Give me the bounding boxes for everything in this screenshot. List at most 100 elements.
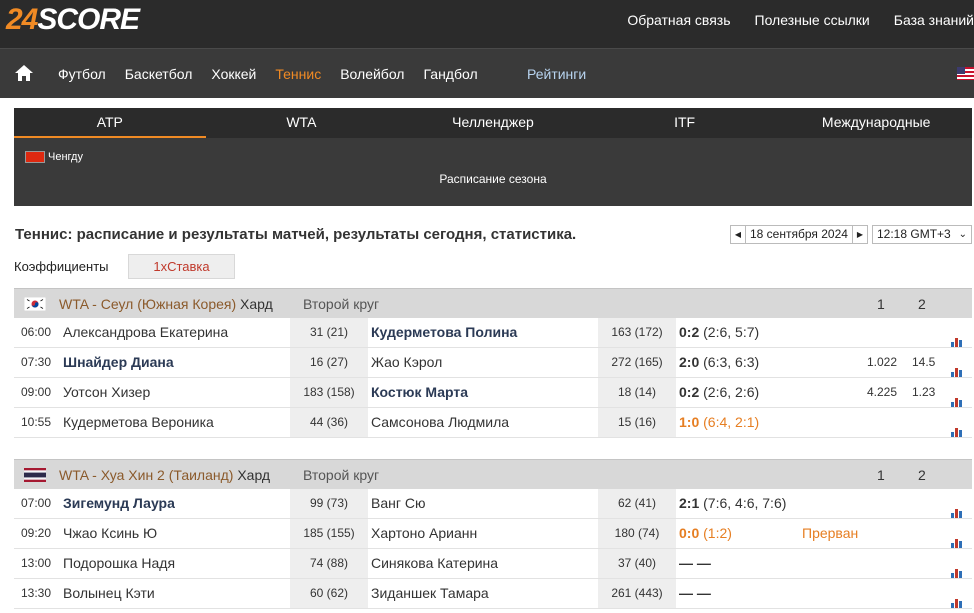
player-1-name[interactable]: Подорошка Надя	[63, 549, 175, 578]
feedback-link[interactable]: Обратная связь	[627, 12, 730, 28]
score-main: 2:0	[679, 354, 700, 370]
player-2-name[interactable]: Зиданшек Тамара	[371, 579, 489, 608]
sport-football[interactable]: Футбол	[58, 66, 106, 82]
player-1-rank: 16 (27)	[290, 348, 368, 377]
stats-chart-icon[interactable]	[951, 529, 963, 548]
tab-wta[interactable]: WTA	[206, 108, 398, 138]
player-1-name[interactable]: Александрова Екатерина	[63, 318, 228, 347]
player-1-rank: 60 (62)	[290, 579, 368, 608]
match-status: Прерван	[802, 525, 859, 541]
match-score[interactable]: — —	[679, 579, 711, 608]
stats-chart-icon[interactable]	[951, 499, 963, 518]
page-title: Теннис: расписание и результаты матчей, …	[15, 226, 577, 243]
player-1-name[interactable]: Чжао Ксинь Ю	[63, 519, 157, 548]
next-day-icon[interactable]: ▶	[853, 226, 867, 243]
tournament-title: WTA - Хуа Хин 2 (Таиланд)	[59, 467, 234, 483]
score-main: — —	[679, 555, 711, 571]
site-logo[interactable]: 24SCORE	[6, 3, 140, 37]
china-flag-icon	[25, 151, 45, 163]
match-row[interactable]: 13:30 Волынец Кэти 60 (62) Зиданшек Тамара 2…	[14, 579, 972, 609]
score-sets: (2:6, 5:7)	[703, 324, 760, 340]
korea-flag-icon	[24, 297, 46, 311]
player-2-name[interactable]: Кудерметова Полина	[371, 318, 517, 347]
bookmaker-button[interactable]: 1хСтавка	[128, 254, 235, 279]
home-icon[interactable]	[14, 64, 34, 82]
tournament-round: Второй круг	[303, 296, 380, 312]
player-2-rank: 163 (172)	[598, 318, 676, 347]
odds-player-1[interactable]: 1.022	[867, 348, 897, 377]
match-time: 10:55	[21, 415, 52, 429]
player-2-name[interactable]: Костюк Марта	[371, 378, 468, 407]
tab-international[interactable]: Международные	[780, 108, 972, 138]
prev-day-icon[interactable]: ◀	[731, 226, 745, 243]
stats-chart-icon[interactable]	[951, 418, 963, 437]
match-row[interactable]: 10:55 Кудерметова Вероника 44 (36) Самсонов…	[14, 408, 972, 438]
match-time: 13:30	[21, 586, 52, 600]
featured-tournament-link[interactable]: Ченгду	[25, 151, 83, 163]
odds-player-2[interactable]: 14.5	[912, 348, 935, 377]
player-2-name[interactable]: Жао Кэрол	[371, 348, 442, 377]
match-score[interactable]: 0:2 (2:6, 5:7)	[679, 318, 759, 347]
player-1-rank: 44 (36)	[290, 408, 368, 437]
tab-atp[interactable]: ATP	[14, 108, 206, 138]
tennis-category-tabs: ATP WTA Челленджер ITF Международные	[14, 108, 972, 138]
player-1-name[interactable]: Уотсон Хизер	[63, 378, 150, 407]
match-score[interactable]: 2:0 (6:3, 6:3)	[679, 348, 759, 377]
player-2-rank: 15 (16)	[598, 408, 676, 437]
match-row[interactable]: 09:20 Чжао Ксинь Ю 185 (155) Хартоно Арианн…	[14, 519, 972, 549]
sport-nav: Футбол Баскетбол Хоккей Теннис Волейбол …	[0, 48, 974, 98]
knowledge-base-link[interactable]: База знаний	[894, 12, 974, 28]
tournament-name[interactable]: WTA - Сеул (Южная Корея) Хард	[59, 296, 273, 312]
sport-basketball[interactable]: Баскетбол	[125, 66, 193, 82]
match-row[interactable]: 06:00 Александрова Екатерина 31 (21) Кудерм…	[14, 318, 972, 348]
player-2-name[interactable]: Синякова Катерина	[371, 549, 498, 578]
odds-player-1[interactable]: 4.225	[867, 378, 897, 407]
player-1-name[interactable]: Волынец Кэти	[63, 579, 155, 608]
sport-volleyball[interactable]: Волейбол	[340, 66, 404, 82]
match-row[interactable]: 13:00 Подорошка Надя 74 (88) Синякова Катер…	[14, 549, 972, 579]
sport-tennis[interactable]: Теннис	[275, 66, 321, 82]
score-sets: (1:2)	[703, 525, 732, 541]
date-value[interactable]: 18 сентября 2024	[745, 226, 853, 243]
stats-chart-icon[interactable]	[951, 328, 963, 347]
odds-col-1-header: 1	[877, 296, 885, 312]
odds-col-2-header: 2	[918, 296, 926, 312]
stats-chart-icon[interactable]	[951, 358, 963, 377]
season-schedule-link[interactable]: Расписание сезона	[14, 172, 972, 186]
timezone-select[interactable]: 12:18 GMT+3 ⌄	[872, 225, 972, 244]
score-main: 2:1	[679, 495, 700, 511]
tournament-title: WTA - Сеул (Южная Корея)	[59, 296, 237, 312]
player-2-name[interactable]: Самсонова Людмила	[371, 408, 509, 437]
match-row[interactable]: 07:30 Шнайдер Диана 16 (27) Жао Кэрол 272 (1…	[14, 348, 972, 378]
match-time: 06:00	[21, 325, 52, 339]
stats-chart-icon[interactable]	[951, 388, 963, 407]
ratings-link[interactable]: Рейтинги	[527, 66, 586, 82]
player-1-name[interactable]: Зигемунд Лаура	[63, 489, 175, 518]
tournament-name[interactable]: WTA - Хуа Хин 2 (Таиланд) Хард	[59, 467, 270, 483]
match-score[interactable]: 0:2 (2:6, 2:6)	[679, 378, 759, 407]
tab-challenger[interactable]: Челленджер	[397, 108, 589, 138]
player-2-name[interactable]: Хартоно Арианн	[371, 519, 477, 548]
stats-chart-icon[interactable]	[951, 589, 963, 608]
match-score[interactable]: 2:1 (7:6, 4:6, 7:6)	[679, 489, 786, 518]
player-2-rank: 272 (165)	[598, 348, 676, 377]
useful-links-link[interactable]: Полезные ссылки	[755, 12, 870, 28]
sport-handball[interactable]: Гандбол	[423, 66, 477, 82]
player-1-name[interactable]: Кудерметова Вероника	[63, 408, 214, 437]
match-row[interactable]: 09:00 Уотсон Хизер 183 (158) Костюк Марта 18…	[14, 378, 972, 408]
match-time: 07:00	[21, 496, 52, 510]
tab-itf[interactable]: ITF	[589, 108, 781, 138]
match-score[interactable]: 0:0 (1:2)	[679, 519, 732, 548]
odds-player-2[interactable]: 1.23	[912, 378, 935, 407]
player-1-rank: 74 (88)	[290, 549, 368, 578]
match-score[interactable]: 1:0 (6:4, 2:1)	[679, 408, 759, 437]
match-time: 09:20	[21, 526, 52, 540]
match-score[interactable]: — —	[679, 549, 711, 578]
player-2-name[interactable]: Ванг Сю	[371, 489, 425, 518]
language-flag-icon[interactable]	[957, 67, 974, 80]
sport-hockey[interactable]: Хоккей	[211, 66, 256, 82]
player-1-name[interactable]: Шнайдер Диана	[63, 348, 174, 377]
match-row[interactable]: 07:00 Зигемунд Лаура 99 (73) Ванг Сю 62 (41)…	[14, 489, 972, 519]
stats-chart-icon[interactable]	[951, 559, 963, 578]
player-2-rank: 18 (14)	[598, 378, 676, 407]
